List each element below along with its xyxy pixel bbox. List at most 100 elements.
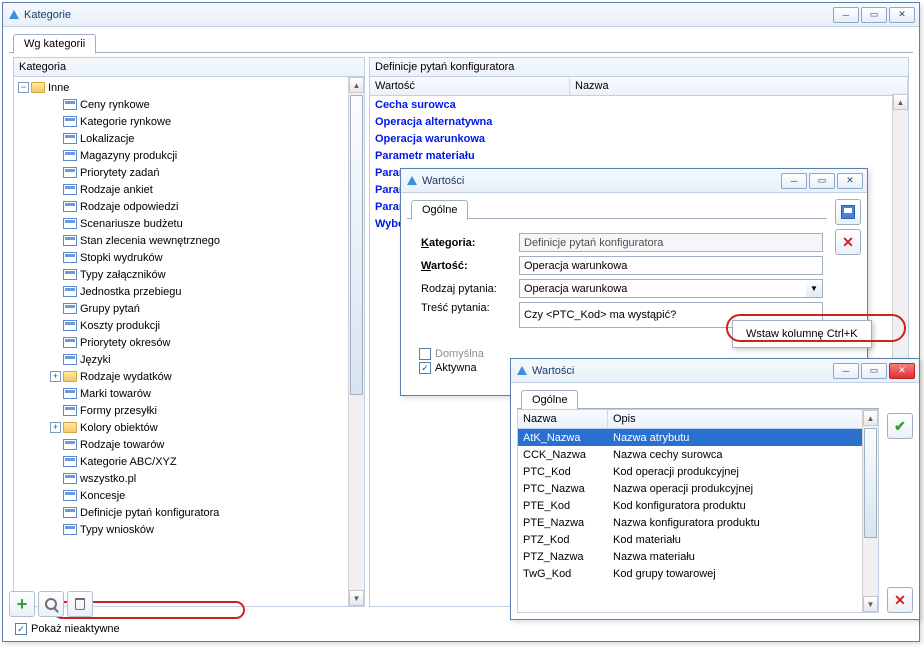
- grid-row[interactable]: Operacja warunkowa: [370, 130, 908, 147]
- grid-row[interactable]: Parametr materiału: [370, 147, 908, 164]
- scroll-up-icon[interactable]: ▲: [863, 410, 878, 426]
- tree-item-label: Kategorie rynkowe: [80, 116, 171, 128]
- label-aktywna: Aktywna: [435, 362, 477, 374]
- tree-item[interactable]: Typy załączników: [14, 266, 364, 283]
- scroll-down-icon[interactable]: ▼: [863, 596, 878, 612]
- tree-item-label: Stopki wydruków: [80, 252, 163, 264]
- search-button[interactable]: [38, 591, 64, 617]
- save-button[interactable]: [835, 199, 861, 225]
- col-nazwa[interactable]: Nazwa: [570, 77, 908, 95]
- tree-item[interactable]: Marki towarów: [14, 385, 364, 402]
- checkbox-domyslna[interactable]: [419, 348, 431, 360]
- column-row[interactable]: PTZ_NazwaNazwa materiału: [518, 548, 878, 565]
- titlebar-dlg1[interactable]: Wartości ─ ▭ ✕: [401, 169, 867, 193]
- grid-cell-wartosc: Cecha surowca: [370, 99, 570, 111]
- chevron-down-icon[interactable]: ▼: [806, 279, 823, 298]
- minimize-button[interactable]: ─: [833, 7, 859, 23]
- tree-item[interactable]: Języki: [14, 351, 364, 368]
- cancel-button[interactable]: ✕: [887, 587, 913, 613]
- tab-wg-kategorii[interactable]: Wg kategorii: [13, 34, 96, 54]
- column-row[interactable]: PTE_NazwaNazwa konfiguratora produktu: [518, 514, 878, 531]
- minimize-button[interactable]: ─: [833, 363, 859, 379]
- tree-item-label: Priorytety okresów: [80, 337, 170, 349]
- scroll-thumb[interactable]: [864, 428, 877, 538]
- check-icon: ✔: [894, 418, 906, 435]
- maximize-button[interactable]: ▭: [861, 7, 887, 23]
- maximize-button[interactable]: ▭: [861, 363, 887, 379]
- menu-item-wstaw-kolumne[interactable]: Wstaw kolumnę Ctrl+K: [736, 324, 868, 344]
- column-row[interactable]: PTC_KodKod operacji produkcyjnej: [518, 463, 878, 480]
- expand-toggle[interactable]: +: [50, 422, 61, 433]
- tree-item[interactable]: wszystko.pl: [14, 470, 364, 487]
- window-title: Kategorie: [24, 9, 833, 21]
- col2-opis[interactable]: Opis: [608, 410, 878, 428]
- scroll-up-icon[interactable]: ▲: [349, 77, 364, 93]
- tree-item-label: Stan zlecenia wewnętrznego: [80, 235, 220, 247]
- tree-item[interactable]: Lokalizacje: [14, 130, 364, 147]
- tree-item[interactable]: Rodzaje towarów: [14, 436, 364, 453]
- tree-item[interactable]: Rodzaje odpowiedzi: [14, 198, 364, 215]
- close-icon: ✕: [842, 234, 854, 251]
- tree-item[interactable]: Kategorie ABC/XYZ: [14, 453, 364, 470]
- scroll-up-icon[interactable]: ▲: [893, 94, 908, 110]
- item-icon: [63, 167, 77, 178]
- tree-scrollbar[interactable]: ▲ ▼: [348, 77, 364, 606]
- maximize-button[interactable]: ▭: [809, 173, 835, 189]
- tree-item[interactable]: Formy przesyłki: [14, 402, 364, 419]
- tree-item[interactable]: Scenariusze budżetu: [14, 215, 364, 232]
- titlebar-dlg2[interactable]: Wartości ─ ▭ ✕: [511, 359, 919, 383]
- tree-item[interactable]: Koszty produkcji: [14, 317, 364, 334]
- tree-item[interactable]: Priorytety okresów: [14, 334, 364, 351]
- tab-ogolne-dlg2[interactable]: Ogólne: [521, 390, 578, 410]
- tree-item[interactable]: Priorytety zadań: [14, 164, 364, 181]
- delete-button[interactable]: [67, 591, 93, 617]
- field-wartosc[interactable]: Operacja warunkowa: [519, 256, 823, 275]
- tree-item[interactable]: Grupy pytań: [14, 300, 364, 317]
- scroll-thumb[interactable]: [350, 95, 363, 395]
- grid-row[interactable]: Operacja alternatywna: [370, 113, 908, 130]
- grid-row[interactable]: Cecha surowca: [370, 96, 908, 113]
- expand-toggle[interactable]: +: [50, 371, 61, 382]
- tree-item[interactable]: Koncesje: [14, 487, 364, 504]
- titlebar-main[interactable]: Kategorie ─ ▭ ✕: [3, 3, 919, 27]
- tree-item[interactable]: +Kolory obiektów: [14, 419, 364, 436]
- close-button[interactable]: ✕: [837, 173, 863, 189]
- checkbox-aktywna[interactable]: ✓: [419, 362, 431, 374]
- column-row[interactable]: CCK_NazwaNazwa cechy surowca: [518, 446, 878, 463]
- column-row[interactable]: PTE_KodKod konfiguratora produktu: [518, 497, 878, 514]
- tree-item[interactable]: Definicje pytań konfiguratora: [14, 504, 364, 521]
- close-button[interactable]: ✕: [889, 7, 915, 23]
- tree-item[interactable]: Rodzaje ankiet: [14, 181, 364, 198]
- dlg2-scrollbar[interactable]: ▲ ▼: [862, 410, 878, 612]
- expand-toggle[interactable]: −: [18, 82, 29, 93]
- tab-ogolne-dlg1[interactable]: Ogólne: [411, 200, 468, 220]
- plus-icon: +: [17, 594, 28, 615]
- close-button[interactable]: ✕: [889, 363, 915, 379]
- show-inactive-checkbox[interactable]: ✓: [15, 623, 27, 635]
- cell-nazwa: CCK_Nazwa: [518, 449, 608, 461]
- tree-item[interactable]: +Rodzaje wydatków: [14, 368, 364, 385]
- col2-nazwa[interactable]: Nazwa: [518, 410, 608, 428]
- scroll-down-icon[interactable]: ▼: [349, 590, 364, 606]
- tree-item[interactable]: Stopki wydruków: [14, 249, 364, 266]
- column-row[interactable]: AtK_NazwaNazwa atrybutu: [518, 429, 878, 446]
- col-wartosc[interactable]: Wartość: [370, 77, 570, 95]
- confirm-button[interactable]: ✔: [887, 413, 913, 439]
- column-row[interactable]: TwG_KodKod grupy towarowej: [518, 565, 878, 582]
- minimize-button[interactable]: ─: [781, 173, 807, 189]
- tree-item[interactable]: Typy wniosków: [14, 521, 364, 538]
- cell-nazwa: PTE_Kod: [518, 500, 608, 512]
- column-row[interactable]: PTC_NazwaNazwa operacji produkcyjnej: [518, 480, 878, 497]
- item-icon: [63, 235, 77, 246]
- combo-rodzaj-pytania[interactable]: Operacja warunkowa: [519, 279, 806, 298]
- tree-root-label[interactable]: Inne: [48, 82, 69, 94]
- cancel-button[interactable]: ✕: [835, 229, 861, 255]
- tree-item[interactable]: Ceny rynkowe: [14, 96, 364, 113]
- add-button[interactable]: +: [9, 591, 35, 617]
- tree-item-label: Magazyny produkcji: [80, 150, 177, 162]
- tree-item[interactable]: Kategorie rynkowe: [14, 113, 364, 130]
- column-row[interactable]: PTZ_KodKod materiału: [518, 531, 878, 548]
- tree-item[interactable]: Jednostka przebiegu: [14, 283, 364, 300]
- tree-item[interactable]: Magazyny produkcji: [14, 147, 364, 164]
- tree-item[interactable]: Stan zlecenia wewnętrznego: [14, 232, 364, 249]
